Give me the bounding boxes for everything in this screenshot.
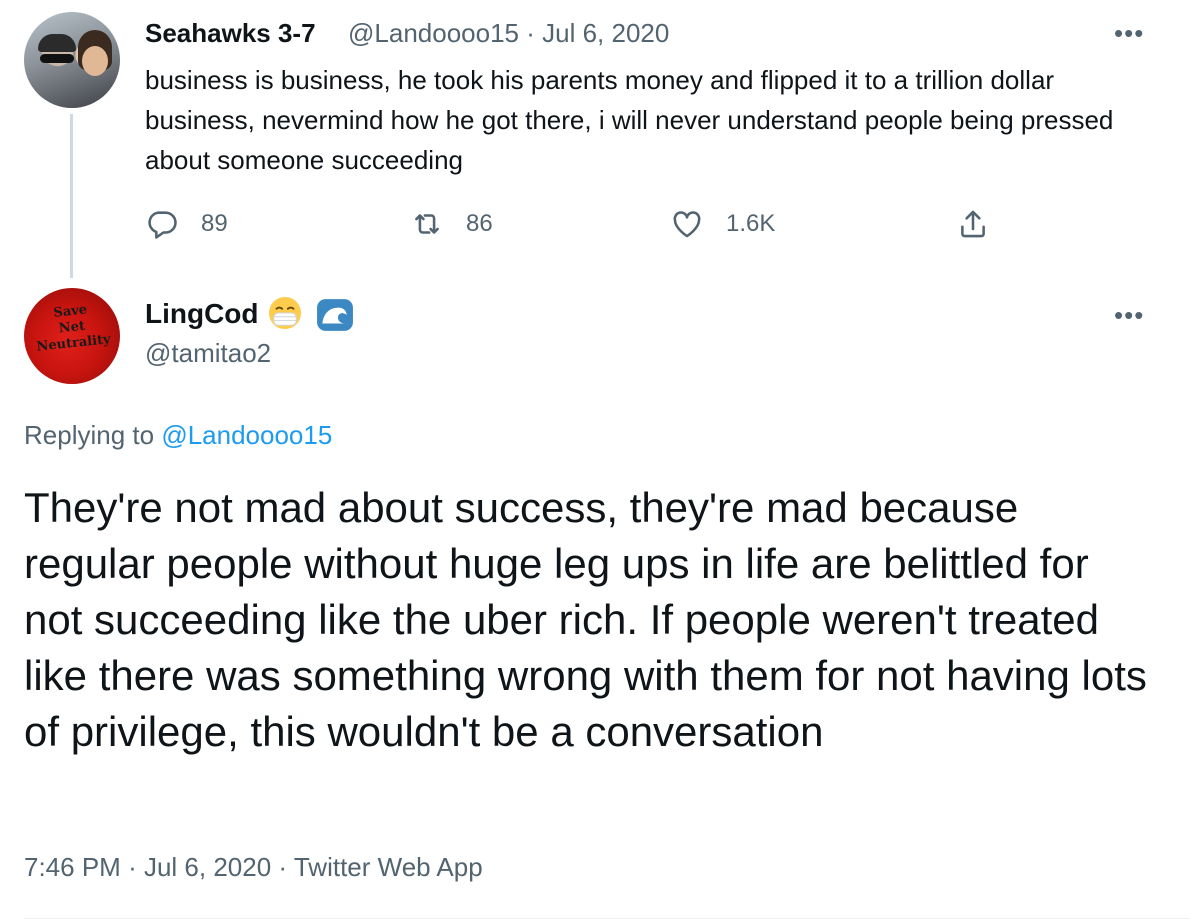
retweet-count: 86 (466, 210, 493, 237)
share-icon (961, 210, 985, 238)
replying-to: Replying to @Landoooo15 (24, 418, 332, 452)
reply-button[interactable]: 89 (145, 204, 228, 244)
footer-separator: · (128, 852, 137, 882)
tweet-date[interactable]: Jul 6, 2020 (542, 18, 669, 48)
author-name[interactable]: Seahawks 3-7 (145, 16, 316, 50)
divider (24, 918, 1190, 919)
share-button[interactable] (956, 204, 1012, 244)
tweet-footer: 7:46 PM · Jul 6, 2020 · Twitter Web App (24, 850, 483, 884)
sunglasses-shape (40, 54, 74, 63)
cap-shape (38, 34, 76, 52)
author-handle[interactable]: @tamitao2 (145, 336, 271, 370)
tweet-date[interactable]: Jul 6, 2020 (144, 852, 271, 882)
avatar[interactable] (24, 12, 120, 108)
tweet-source[interactable]: Twitter Web App (294, 852, 483, 882)
save-net-neutrality-logo: Save Net Neutrality (35, 302, 112, 355)
tweet-time[interactable]: 7:46 PM (24, 852, 121, 882)
reply-icon (148, 211, 177, 239)
more-options-icon[interactable]: ••• (1114, 16, 1144, 50)
retweet-button[interactable]: 86 (410, 204, 493, 244)
tweet-text: They're not mad about success, they're m… (24, 484, 1147, 755)
face-with-medical-mask-emoji (268, 296, 302, 330)
like-button[interactable]: 1.6K (670, 204, 775, 244)
author-handle[interactable]: @Landoooo15 (348, 18, 519, 48)
face-shape (82, 46, 108, 76)
footer-separator: · (278, 852, 288, 882)
thread-line (70, 114, 73, 278)
meta-separator: · (526, 18, 535, 48)
more-options-icon[interactable]: ••• (1114, 298, 1144, 332)
water-wave-emoji (317, 299, 353, 331)
mention-link[interactable]: @Landoooo15 (161, 420, 332, 450)
replying-prefix: Replying to (24, 420, 155, 450)
tweet-text: business is business, he took his parent… (145, 65, 1114, 175)
heart-icon (673, 211, 701, 238)
retweet-icon (415, 214, 439, 234)
author-name[interactable]: LingCod (145, 296, 259, 332)
avatar[interactable]: Save Net Neutrality (24, 288, 120, 384)
like-count: 1.6K (726, 210, 776, 237)
reply-count: 89 (201, 210, 228, 237)
tweet-meta: @Landoooo15 · Jul 6, 2020 (348, 16, 669, 50)
